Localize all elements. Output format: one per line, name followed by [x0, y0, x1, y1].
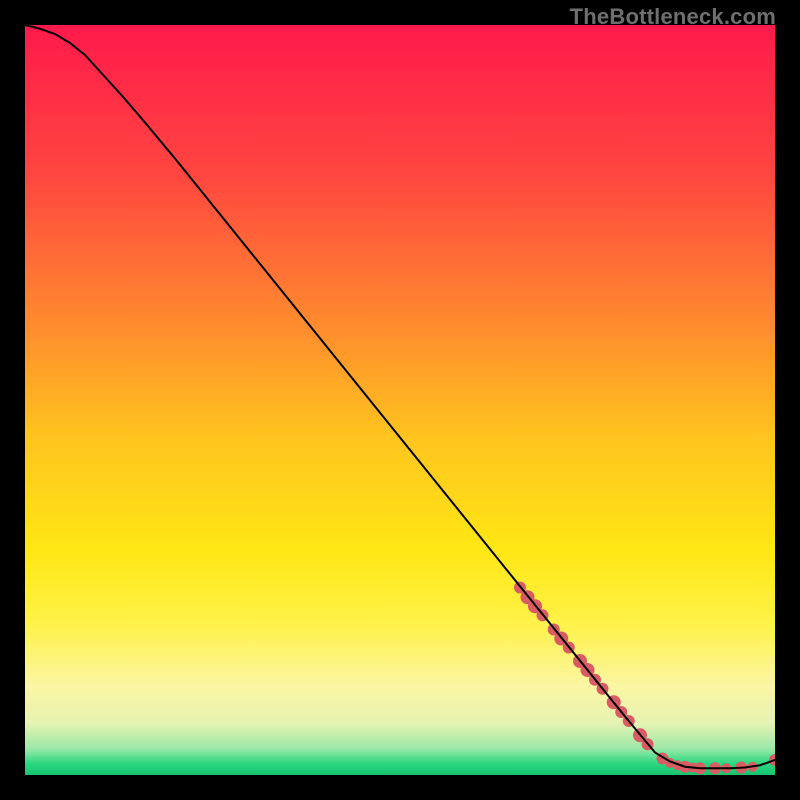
chart-stage: TheBottleneck.com — [0, 0, 800, 800]
chart-plot — [25, 25, 775, 775]
chart-background — [25, 25, 775, 775]
